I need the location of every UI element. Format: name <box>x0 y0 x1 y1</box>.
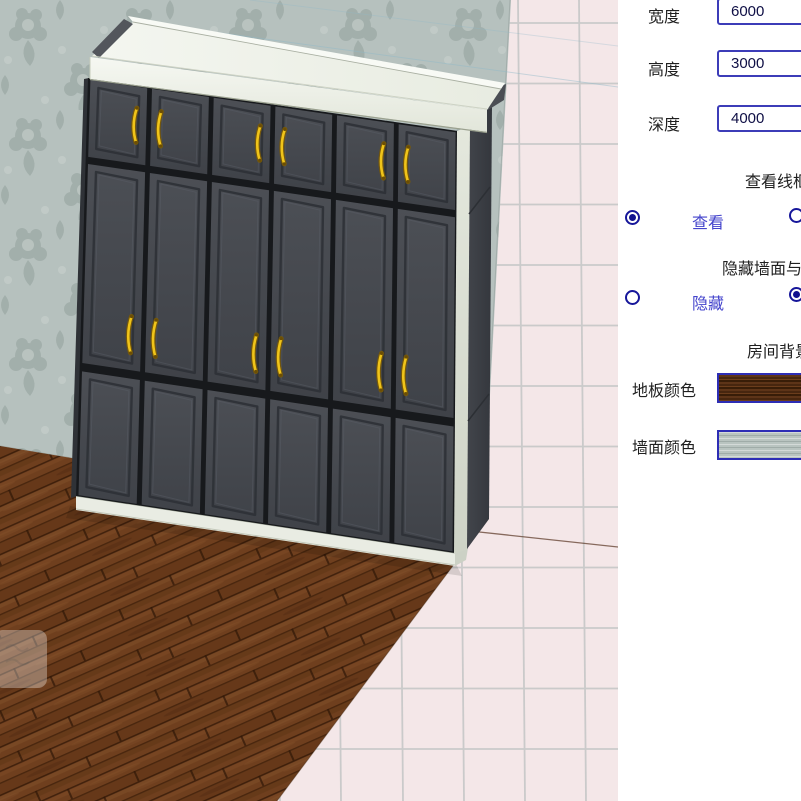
wireframe-section-header: 查看线框 <box>745 168 801 192</box>
hide-walls-section-header: 隐藏墙面与 <box>722 255 801 279</box>
hide-walls-radio-right[interactable] <box>789 287 801 302</box>
app-window: 宽度 高度 深度 查看线框 查看 隐藏墙面与 隐藏 房间背景 地板颜色 墙面颜色 <box>0 0 801 801</box>
3d-viewport[interactable] <box>0 0 618 801</box>
floor-color-label: 地板颜色 <box>632 377 696 401</box>
wireframe-option-label[interactable]: 查看 <box>692 209 724 233</box>
wireframe-radio-right[interactable] <box>789 208 801 223</box>
wall-color-swatch[interactable] <box>717 430 801 460</box>
depth-label: 深度 <box>648 111 680 135</box>
properties-panel: 宽度 高度 深度 查看线框 查看 隐藏墙面与 隐藏 房间背景 地板颜色 墙面颜色 <box>618 0 801 801</box>
hide-walls-option-label[interactable]: 隐藏 <box>692 290 724 314</box>
room-background-header: 房间背景 <box>747 338 801 362</box>
depth-input[interactable] <box>717 105 801 132</box>
wall-color-label: 墙面颜色 <box>632 434 696 458</box>
wireframe-radio-view[interactable] <box>625 210 640 225</box>
height-label: 高度 <box>648 56 680 80</box>
hide-walls-radio-hide[interactable] <box>625 290 640 305</box>
height-input[interactable] <box>717 50 801 77</box>
floor-color-swatch[interactable] <box>717 373 801 403</box>
width-input[interactable] <box>717 0 801 25</box>
wardrobe[interactable] <box>66 16 506 576</box>
width-label: 宽度 <box>648 3 680 27</box>
watermark <box>0 630 47 688</box>
wardrobe-side-panel <box>467 105 492 549</box>
